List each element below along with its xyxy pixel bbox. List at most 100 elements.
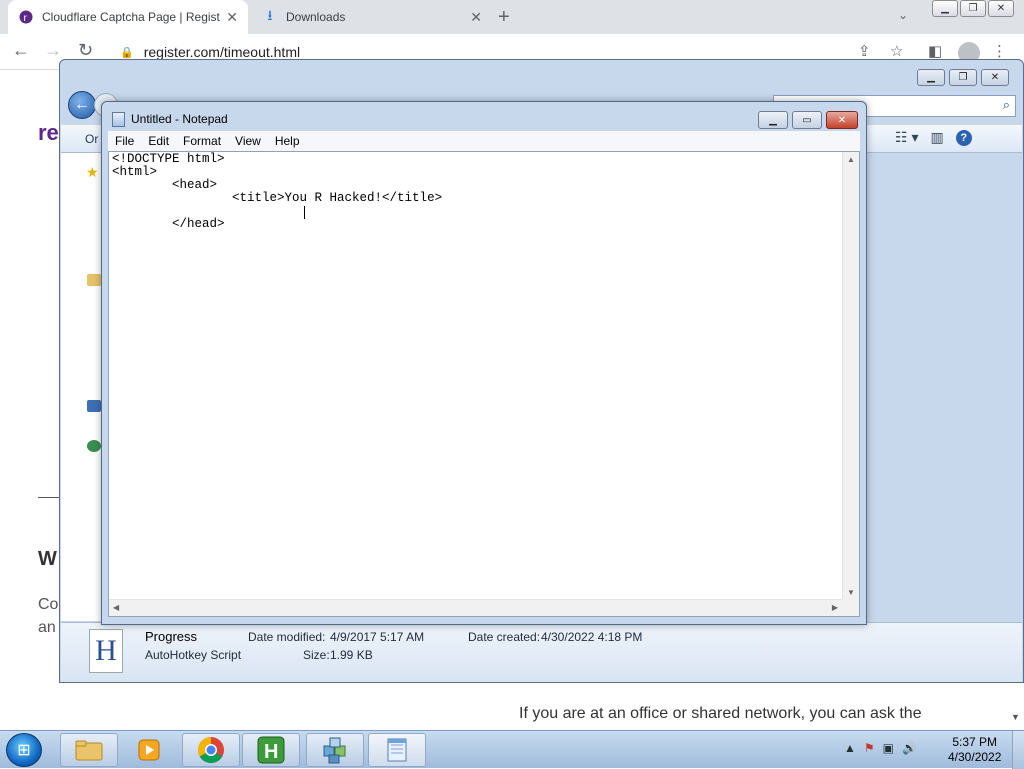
restore-icon[interactable]: ❐ [960,0,986,17]
back-arrow-icon[interactable]: ← [68,91,96,119]
window-controls: ▁ ❐ ✕ [932,0,1014,17]
system-tray: ▲ ⚑ ▣ 🔊 [844,741,917,755]
scroll-down-icon[interactable]: ▼ [847,588,855,597]
notepad-window-controls: ▁ ▭ ✕ [758,111,858,129]
menu-view[interactable]: View [228,134,268,148]
tab-cloudflare[interactable]: r Cloudflare Captcha Page | Regist ✕ [8,0,248,34]
minimize-icon[interactable]: ▁ [917,69,945,86]
close-icon[interactable]: ✕ [988,0,1014,17]
taskbar-explorer[interactable] [60,733,118,767]
taskbar-app-cubes[interactable] [306,733,364,767]
text-caret [304,206,305,219]
minimize-icon[interactable]: ▁ [932,0,958,17]
folder-icon [75,740,103,761]
details-pane: H Progress AutoHotkey Script Date modifi… [61,622,1022,682]
clock-date: 4/30/2022 [948,750,1002,764]
bookmark-star-icon[interactable]: ☆ [890,42,903,60]
tab-strip: r Cloudflare Captcha Page | Regist ✕ ⭳ D… [0,0,1024,34]
scroll-right-icon[interactable]: ▶ [832,603,838,612]
notepad-title: Untitled - Notepad [131,112,228,126]
new-tab-icon[interactable]: + [498,6,510,29]
download-icon: ⭳ [267,7,273,23]
menu-help[interactable]: Help [268,134,307,148]
url-text: register.com/timeout.html [143,44,301,60]
organize-menu[interactable]: Or [85,132,98,146]
resize-grip[interactable] [842,599,859,616]
autohotkey-icon: H [257,736,285,764]
autohotkey-file-icon: H [89,629,123,673]
volume-icon[interactable]: 🔊 [902,741,917,755]
view-controls: ☷ ▾ ▥ ? [895,129,972,146]
tab-title: Downloads [286,10,346,24]
clock-time: 5:37 PM [952,735,998,749]
tab-downloads[interactable]: ⭳ Downloads ✕ [252,0,492,34]
system-clock[interactable]: 5:37 PM 4/30/2022 [948,735,1001,765]
notepad-text-area[interactable]: <!DOCTYPE html> <html> <head> <title>You… [108,151,860,617]
navigation-pane [61,153,101,621]
network-icon[interactable] [87,440,101,452]
register-favicon-icon: r [18,9,34,25]
explorer-window-controls: ▁ ❐ ✕ [917,69,1009,86]
show-desktop-button[interactable] [1012,731,1024,769]
notepad-window: Untitled - Notepad ▁ ▭ ✕ File Edit Forma… [101,101,867,625]
show-hidden-icons-icon[interactable]: ▲ [844,741,856,755]
maximize-icon[interactable]: ▭ [792,111,822,129]
notepad-icon [112,112,125,127]
action-center-icon[interactable]: ⚑ [864,741,875,755]
restore-icon[interactable]: ❐ [949,69,977,86]
size-value: 1.99 KB [330,648,373,662]
date-created-value: 4/30/2022 4:18 PM [541,630,643,644]
network-icon[interactable]: ▣ [883,741,894,755]
horizontal-scrollbar[interactable]: ◀ ▶ [109,599,842,616]
notepad-menubar: File Edit Format View Help [108,131,860,151]
chevron-down-icon[interactable]: ⌄ [898,8,908,22]
scroll-down-icon[interactable]: ▼ [1011,712,1020,722]
page-paragraph: Co [38,596,59,613]
file-type: AutoHotkey Script [145,648,242,662]
lock-icon: 🔒 [120,46,134,59]
date-created-label: Date created: [468,630,541,644]
package-icon [323,737,346,764]
close-tab-icon[interactable]: ✕ [226,9,238,26]
close-tab-icon[interactable]: ✕ [470,9,482,26]
menu-file[interactable]: File [108,134,141,148]
date-modified-value: 4/9/2017 5:17 AM [330,630,425,644]
notepad-content: <!DOCTYPE html> <html> <head> <title>You… [112,152,443,231]
scroll-left-icon[interactable]: ◀ [113,603,119,612]
menu-format[interactable]: Format [176,134,228,148]
preview-pane-icon[interactable]: ▥ [930,129,943,146]
taskbar-media-player[interactable] [120,733,178,767]
taskbar-autohotkey[interactable]: H [242,733,300,767]
libraries-folder-icon[interactable] [87,274,101,286]
start-button[interactable]: ⊞ [6,733,42,767]
menu-dots-icon[interactable]: ⋮ [992,42,1007,60]
scroll-up-icon[interactable]: ▲ [847,155,855,164]
favorites-star-icon[interactable]: ★ [86,164,99,181]
page-heading: W [38,548,57,570]
search-icon: ⌕ [1002,97,1010,112]
help-icon[interactable]: ? [955,129,972,146]
svg-text:H: H [264,741,278,763]
computer-icon[interactable] [87,400,101,412]
notepad-icon [387,738,407,762]
close-icon[interactable]: ✕ [826,111,858,129]
close-icon[interactable]: ✕ [981,69,1009,86]
taskbar-notepad[interactable] [368,733,426,767]
media-player-icon [138,739,160,761]
date-modified-label: Date modified: [248,630,326,644]
view-options-icon[interactable]: ☷ ▾ [895,129,918,146]
taskbar-chrome[interactable] [182,733,240,767]
taskbar: ⊞ H ▲ ⚑ ▣ 🔊 5:37 PM 4/30/2022 [0,730,1024,769]
tab-title: Cloudflare Captcha Page | Regist [42,10,220,24]
back-arrow-icon[interactable]: ← [12,40,30,61]
reload-icon[interactable]: ↻ [78,40,93,61]
vertical-scrollbar[interactable]: ▲ ▼ [842,152,859,600]
forward-arrow-icon[interactable]: → [44,40,62,61]
menu-edit[interactable]: Edit [141,134,176,148]
side-panel-icon[interactable]: ◧ [928,42,942,60]
page-logo: re [38,120,59,145]
minimize-icon[interactable]: ▁ [758,111,788,129]
page-paragraph: an [38,619,56,636]
share-icon[interactable]: ⇪ [858,42,871,60]
chrome-icon [197,736,224,764]
